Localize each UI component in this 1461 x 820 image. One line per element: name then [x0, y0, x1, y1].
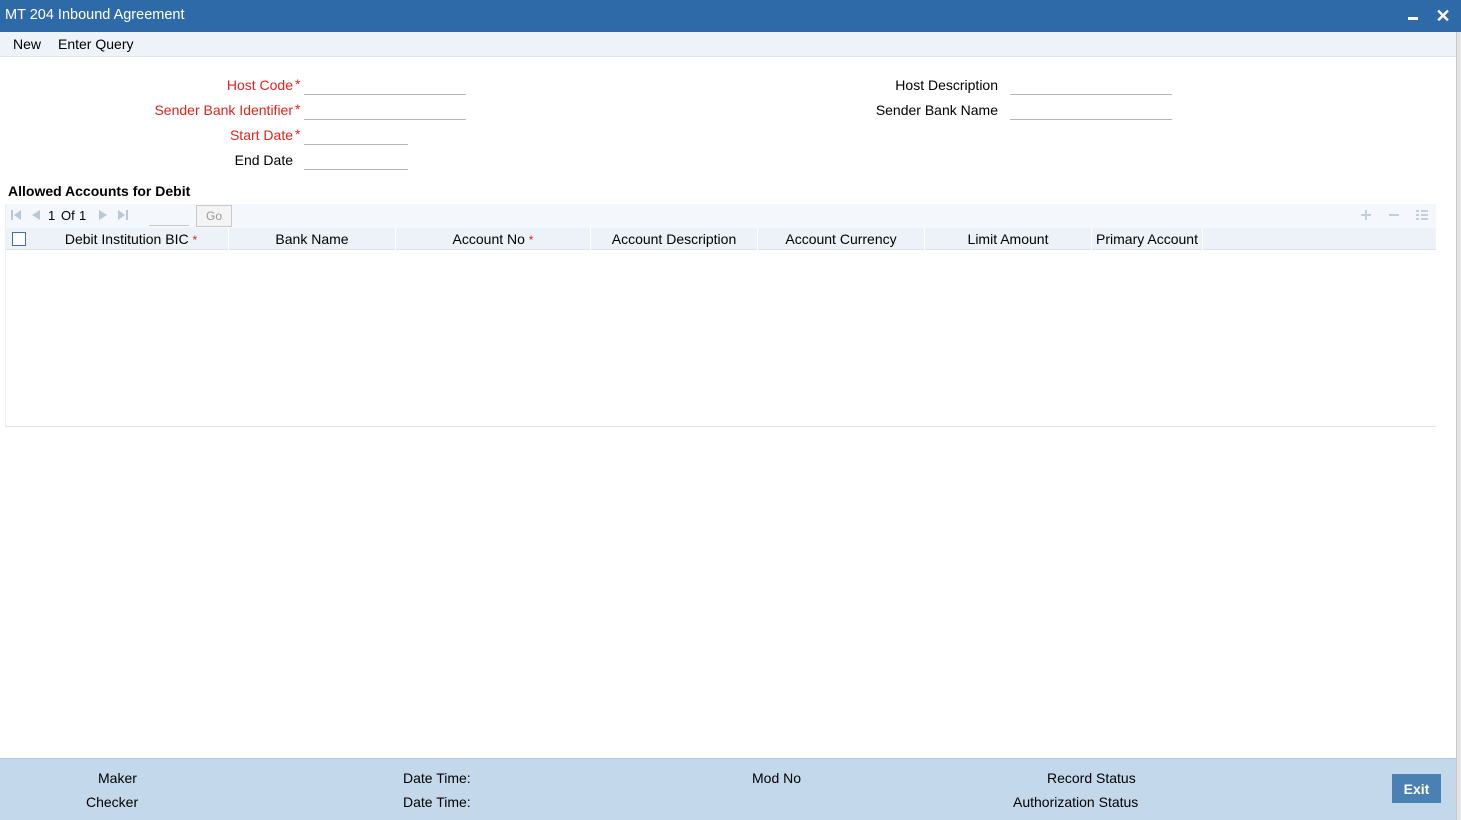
- grid-pager: 1 Of 1 Go: [6, 204, 1436, 228]
- column-header-label: Limit Amount: [967, 231, 1049, 247]
- sender-bank-identifier-label: Sender Bank Identifier: [154, 102, 293, 118]
- host-description-label: Host Description: [895, 77, 998, 93]
- start-date-required-marker: *: [295, 126, 301, 142]
- delete-row-icon[interactable]: [1387, 208, 1401, 222]
- column-header-label: Debit Institution BIC: [64, 231, 189, 247]
- column-header-account-currency[interactable]: Account Currency: [758, 228, 925, 250]
- enter-query-menu-item[interactable]: Enter Query: [58, 36, 133, 52]
- page-number-input[interactable]: [149, 206, 189, 226]
- go-button[interactable]: Go: [196, 205, 232, 227]
- page-of-label: Of: [61, 208, 75, 223]
- sender-bank-name-label: Sender Bank Name: [875, 102, 998, 118]
- column-header-account-description[interactable]: Account Description: [591, 228, 758, 250]
- single-view-icon[interactable]: [1415, 208, 1429, 222]
- current-page-number: 1: [48, 208, 56, 223]
- host-description-input[interactable]: [1010, 73, 1172, 95]
- previous-page-icon[interactable]: [30, 209, 42, 221]
- menu-bar: New Enter Query: [0, 32, 1456, 57]
- allowed-accounts-section-title: Allowed Accounts for Debit: [8, 183, 191, 199]
- column-header-label: Account Currency: [785, 231, 897, 247]
- checker-date-time-label: Date Time:: [403, 794, 471, 810]
- first-page-icon[interactable]: [10, 209, 22, 221]
- end-date-label: End Date: [234, 152, 293, 168]
- mod-no-label: Mod No: [752, 770, 802, 786]
- column-header-label: Bank Name: [275, 231, 349, 247]
- column-header-debit-institution-bic[interactable]: Debit Institution BIC *: [34, 228, 229, 250]
- maker-date-time-label: Date Time:: [403, 770, 471, 786]
- maker-label: Maker: [98, 770, 137, 786]
- minimize-icon[interactable]: [1403, 6, 1423, 26]
- allowed-accounts-grid: 1 Of 1 Go Debit Institution BIC * Bank N…: [5, 204, 1436, 427]
- title-bar: MT 204 Inbound Agreement ✕: [0, 0, 1461, 32]
- column-header-account-no[interactable]: Account No *: [396, 228, 591, 250]
- record-status-label: Record Status: [1047, 770, 1136, 786]
- window-right-border: [1456, 32, 1461, 820]
- end-date-input[interactable]: [304, 148, 408, 170]
- start-date-input[interactable]: [304, 123, 408, 145]
- exit-button[interactable]: Exit: [1392, 774, 1441, 803]
- start-date-label: Start Date: [229, 127, 293, 143]
- host-code-required-marker: *: [295, 76, 301, 92]
- mt204-inbound-agreement-window: MT 204 Inbound Agreement ✕ New Enter Que…: [0, 0, 1461, 820]
- new-menu-item[interactable]: New: [13, 36, 41, 52]
- select-all-checkbox[interactable]: [12, 232, 26, 246]
- sender-bank-identifier-input[interactable]: [304, 98, 466, 120]
- grid-header-row: Debit Institution BIC * Bank Name Accoun…: [6, 228, 1436, 250]
- total-pages-number: 1: [79, 208, 87, 223]
- window-title: MT 204 Inbound Agreement: [5, 7, 185, 23]
- sender-bank-name-input[interactable]: [1010, 98, 1172, 120]
- audit-footer: Maker Checker Date Time: Date Time: Mod …: [0, 758, 1456, 820]
- host-code-input[interactable]: [304, 73, 466, 95]
- column-header-bank-name[interactable]: Bank Name: [229, 228, 396, 250]
- host-code-label: Host Code: [226, 77, 293, 93]
- required-marker: *: [192, 233, 198, 247]
- column-header-label: Account Description: [611, 231, 737, 247]
- last-page-icon[interactable]: [117, 209, 129, 221]
- checker-label: Checker: [86, 794, 139, 810]
- column-header-label: Account No: [452, 231, 525, 247]
- add-row-icon[interactable]: [1359, 208, 1373, 222]
- required-marker: *: [528, 233, 534, 247]
- sender-bank-identifier-required-marker: *: [295, 101, 301, 117]
- close-icon[interactable]: ✕: [1433, 6, 1453, 26]
- column-header-label: Primary Account: [1096, 231, 1198, 247]
- next-page-icon[interactable]: [97, 209, 109, 221]
- column-header-primary-account[interactable]: Primary Account: [1092, 228, 1203, 250]
- column-header-limit-amount[interactable]: Limit Amount: [925, 228, 1092, 250]
- authorization-status-label: Authorization Status: [1013, 794, 1139, 810]
